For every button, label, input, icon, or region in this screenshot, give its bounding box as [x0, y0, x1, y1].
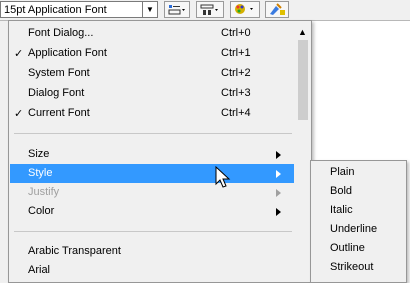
- menu-separator: [14, 133, 292, 134]
- style-submenu: Plain Bold Italic Underline Outline Stri…: [310, 160, 407, 283]
- chevron-down-icon[interactable]: ▼: [142, 2, 157, 17]
- menu-item-shortcut: Ctrl+3: [221, 87, 251, 99]
- font-combo-value: 15pt Application Font: [4, 3, 107, 16]
- menu-item-font-arial[interactable]: Arial: [10, 261, 294, 280]
- menu-item-label: Justify: [28, 186, 60, 198]
- submenu-arrow-icon: [276, 170, 281, 178]
- align-button[interactable]: [164, 1, 190, 18]
- font-combo[interactable]: 15pt Application Font ▼: [0, 1, 158, 18]
- checkmark-icon: ✓: [14, 108, 24, 120]
- menu-item-current-font[interactable]: ✓ Current Font Ctrl+4: [10, 104, 294, 123]
- color-palette-icon: [235, 4, 253, 14]
- menu-item-label: Dialog Font: [28, 87, 85, 99]
- scroll-up-arrow-icon[interactable]: ▲: [298, 27, 307, 37]
- submenu-item-strikeout[interactable]: Strikeout: [330, 261, 373, 273]
- spacing-button[interactable]: [196, 1, 224, 18]
- menu-item-label: System Font: [28, 67, 90, 79]
- menu-item-application-font[interactable]: ✓ Application Font Ctrl+1: [10, 44, 294, 63]
- submenu-item-bold[interactable]: Bold: [330, 185, 352, 197]
- menu-item-font-arabic-transparent[interactable]: Arabic Transparent: [10, 242, 294, 261]
- menu-item-label: Arabic Transparent: [28, 245, 121, 257]
- align-icon: [168, 4, 185, 14]
- paint-button[interactable]: [265, 1, 289, 18]
- toolbar: 15pt Application Font ▼: [0, 0, 410, 21]
- submenu-item-plain[interactable]: Plain: [330, 166, 354, 178]
- scrollbar-thumb[interactable]: [298, 40, 308, 120]
- menu-item-shortcut: Ctrl+1: [221, 47, 251, 59]
- menu-item-shortcut: Ctrl+4: [221, 107, 251, 119]
- menu-item-color[interactable]: Color: [10, 202, 294, 221]
- menu-item-label: Size: [28, 148, 50, 160]
- text-settings-menu: Font Dialog... Ctrl+0 ✓ Application Font…: [8, 20, 312, 283]
- menu-item-system-font[interactable]: System Font Ctrl+2: [10, 64, 294, 83]
- mouse-pointer-icon: [215, 166, 231, 188]
- menu-item-label: Color: [28, 205, 55, 217]
- editor-margin: [0, 21, 8, 283]
- menu-item-label: Application Font: [28, 47, 107, 59]
- paint-icon: [270, 3, 285, 15]
- menu-item-size[interactable]: Size: [10, 145, 294, 164]
- submenu-arrow-icon: [276, 208, 281, 216]
- menu-item-label: Style: [28, 167, 53, 179]
- menu-item-style[interactable]: Style: [10, 164, 294, 183]
- submenu-item-italic[interactable]: Italic: [330, 204, 353, 216]
- submenu-item-underline[interactable]: Underline: [330, 223, 377, 235]
- menu-item-font-dialog[interactable]: Font Dialog... Ctrl+0: [10, 24, 294, 43]
- menu-item-dialog-font[interactable]: Dialog Font Ctrl+3: [10, 84, 294, 103]
- menu-item-label: Font Dialog...: [28, 27, 94, 39]
- menu-item-shortcut: Ctrl+0: [221, 27, 251, 39]
- menu-item-label: Current Font: [28, 107, 90, 119]
- checkmark-icon: ✓: [14, 48, 24, 60]
- submenu-item-outline[interactable]: Outline: [330, 242, 365, 254]
- submenu-arrow-icon: [276, 189, 281, 197]
- menu-item-label: Arial: [28, 264, 51, 276]
- menu-item-shortcut: Ctrl+2: [221, 67, 251, 79]
- submenu-arrow-icon: [276, 151, 281, 159]
- menu-item-justify: Justify: [10, 183, 294, 202]
- color-palette-button[interactable]: [230, 1, 260, 18]
- spacing-icon: [200, 4, 218, 15]
- menu-scrollbar[interactable]: ▲: [295, 22, 311, 282]
- menu-separator: [14, 231, 292, 232]
